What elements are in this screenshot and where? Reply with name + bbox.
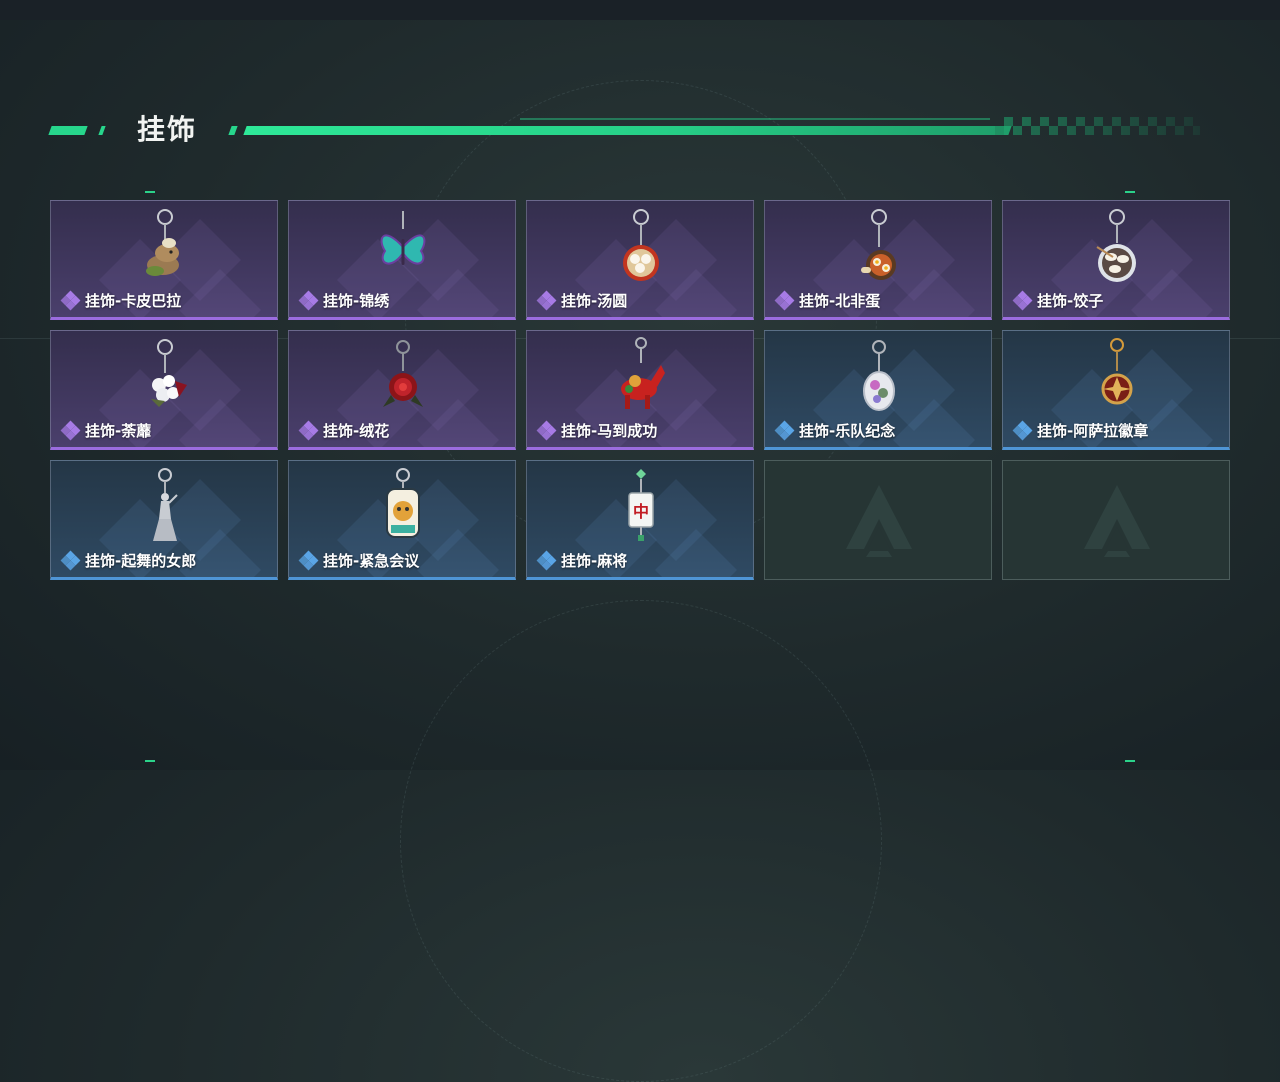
band-badge-charm-icon — [849, 337, 909, 413]
charm-name: 挂饰-马到成功 — [561, 422, 658, 440]
rarity-diamond-icon — [298, 420, 319, 441]
corner-tick — [1125, 760, 1135, 762]
charm-card[interactable]: 挂饰-锦绣 — [288, 200, 516, 320]
card-label: 挂饰-麻将 — [536, 550, 628, 571]
rarity-diamond-icon — [298, 550, 319, 571]
background-ring — [400, 600, 882, 1082]
shakshuka-charm-icon — [849, 207, 909, 283]
charm-name: 挂饰-汤圆 — [561, 292, 628, 310]
charm-card[interactable]: 挂饰-马到成功 — [526, 330, 754, 450]
rarity-diamond-icon — [298, 290, 319, 311]
corner-tick — [1125, 191, 1135, 193]
red-velvet-flower-charm-icon — [373, 337, 433, 413]
rarity-diamond-icon — [774, 290, 795, 311]
card-label: 挂饰-饺子 — [1012, 290, 1104, 311]
charm-grid: 挂饰-卡皮巴拉 挂饰-锦绣 挂饰-汤圆 挂饰-北非蛋 挂饰-饺子 挂饰-荼蘼 挂饰-绒花 挂饰… — [50, 200, 1230, 580]
dumpling-plate-charm-icon — [1087, 207, 1147, 283]
charm-name: 挂饰-紧急会议 — [323, 552, 420, 570]
charm-card[interactable]: 挂饰-卡皮巴拉 — [50, 200, 278, 320]
charm-card[interactable]: 挂饰-起舞的女郎 — [50, 460, 278, 580]
dancing-lady-charm-icon — [135, 467, 195, 543]
rarity-diamond-icon — [536, 420, 557, 441]
corner-tick — [145, 191, 155, 193]
charm-card[interactable]: 挂饰-乐队纪念 — [764, 330, 992, 450]
card-label: 挂饰-乐队纪念 — [774, 420, 896, 441]
rarity-diamond-icon — [774, 420, 795, 441]
rarity-diamond-icon — [1012, 290, 1033, 311]
empty-charm-slot[interactable] — [1002, 460, 1230, 580]
charm-card[interactable]: 挂饰-绒花 — [288, 330, 516, 450]
header-accent-dash — [228, 126, 238, 135]
rarity-diamond-icon — [1012, 420, 1033, 441]
rarity-diamond-icon — [536, 290, 557, 311]
charm-name: 挂饰-绒花 — [323, 422, 390, 440]
card-label: 挂饰-紧急会议 — [298, 550, 420, 571]
card-label: 挂饰-起舞的女郎 — [60, 550, 197, 571]
charm-name: 挂饰-麻将 — [561, 552, 628, 570]
charm-name: 挂饰-北非蛋 — [799, 292, 881, 310]
header-checker-pattern — [995, 117, 1200, 135]
card-label: 挂饰-北非蛋 — [774, 290, 881, 311]
header-accent-dash — [98, 126, 106, 135]
section-title: 挂饰 — [137, 113, 198, 146]
charm-card[interactable]: 中挂饰-麻将 — [526, 460, 754, 580]
rarity-diamond-icon — [60, 290, 81, 311]
corner-tick — [145, 760, 155, 762]
header-accent-dash — [48, 126, 88, 135]
mahjong-tile-charm-icon: 中 — [611, 467, 671, 543]
charm-name: 挂饰-阿萨拉徽章 — [1037, 422, 1149, 440]
card-label: 挂饰-阿萨拉徽章 — [1012, 420, 1149, 441]
tangyuan-bowl-charm-icon — [611, 207, 671, 283]
top-bar — [0, 0, 1280, 20]
empty-slot-logo-icon — [844, 483, 914, 559]
card-label: 挂饰-汤圆 — [536, 290, 628, 311]
charm-name: 挂饰-锦绣 — [323, 292, 390, 310]
rarity-diamond-icon — [60, 550, 81, 571]
charm-card[interactable]: 挂饰-饺子 — [1002, 200, 1230, 320]
card-label: 挂饰-荼蘼 — [60, 420, 152, 441]
rarity-diamond-icon — [60, 420, 81, 441]
charm-card[interactable]: 挂饰-荼蘼 — [50, 330, 278, 450]
card-label: 挂饰-绒花 — [298, 420, 390, 441]
emergency-meeting-charm-icon — [373, 467, 433, 543]
charm-card[interactable]: 挂饰-阿萨拉徽章 — [1002, 330, 1230, 450]
rarity-diamond-icon — [536, 550, 557, 571]
svg-text:中: 中 — [633, 502, 649, 521]
butterfly-charm-icon — [373, 207, 433, 283]
charm-name: 挂饰-乐队纪念 — [799, 422, 896, 440]
charm-name: 挂饰-荼蘼 — [85, 422, 152, 440]
header-accent-bar — [243, 126, 1012, 135]
asala-emblem-charm-icon — [1087, 337, 1147, 413]
charm-card[interactable]: 挂饰-北非蛋 — [764, 200, 992, 320]
card-label: 挂饰-马到成功 — [536, 420, 658, 441]
header-accent-line — [520, 118, 990, 120]
flower-bouquet-charm-icon — [135, 337, 195, 413]
empty-slot-logo-icon — [1082, 483, 1152, 559]
charm-name: 挂饰-饺子 — [1037, 292, 1104, 310]
card-label: 挂饰-锦绣 — [298, 290, 390, 311]
card-label: 挂饰-卡皮巴拉 — [60, 290, 182, 311]
charm-name: 挂饰-卡皮巴拉 — [85, 292, 182, 310]
capybara-charm-icon — [135, 207, 195, 283]
empty-charm-slot[interactable] — [764, 460, 992, 580]
charm-name: 挂饰-起舞的女郎 — [85, 552, 197, 570]
charm-card[interactable]: 挂饰-汤圆 — [526, 200, 754, 320]
red-horse-charm-icon — [611, 337, 671, 413]
charm-card[interactable]: 挂饰-紧急会议 — [288, 460, 516, 580]
